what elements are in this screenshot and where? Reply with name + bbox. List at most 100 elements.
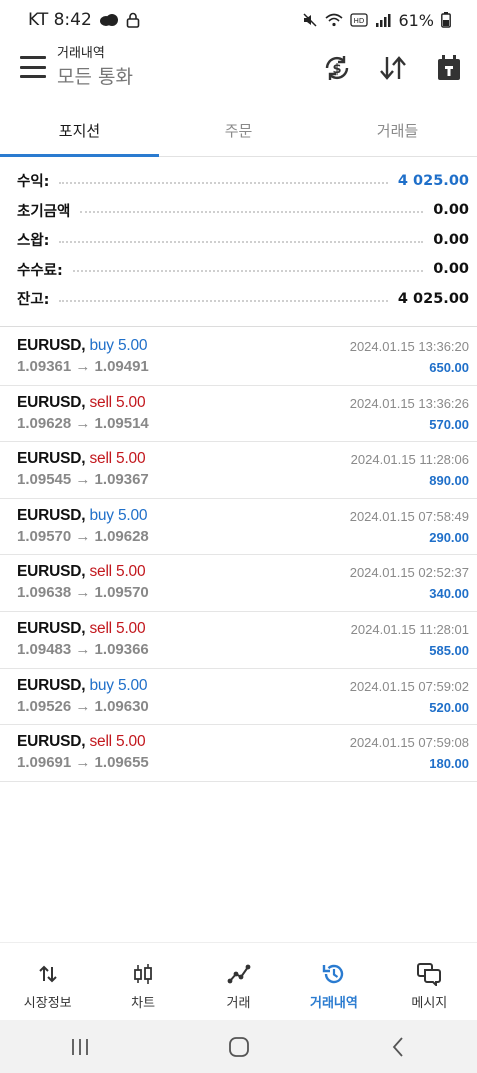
summary-label: 초기금액 xyxy=(17,203,71,220)
wifi-icon xyxy=(325,13,343,27)
trade-symbol: EURUSD, xyxy=(17,619,86,637)
trade-profit: 340.00 xyxy=(429,586,469,602)
trade-row[interactable]: EURUSD, buy 5.00 1.09570 → 1.09628 2024.… xyxy=(0,499,477,556)
menu-button[interactable] xyxy=(20,56,46,78)
trade-row[interactable]: EURUSD, buy 5.00 1.09526 → 1.09630 2024.… xyxy=(0,669,477,726)
trade-time: 2024.01.15 11:28:01 xyxy=(350,621,469,637)
trade-side: buy 5.00 xyxy=(89,676,148,694)
signal-icon xyxy=(375,13,391,27)
hd-icon: HD xyxy=(350,13,369,27)
summary-label: 수수료: xyxy=(17,262,63,279)
status-bar: KT 8:42 HD 61% xyxy=(0,0,477,40)
trade-profit: 180.00 xyxy=(429,756,469,772)
trade-time: 2024.01.15 02:52:37 xyxy=(349,565,469,581)
trade-prices: 1.09570 → 1.09628 xyxy=(17,527,149,545)
dotted-leader xyxy=(80,211,424,214)
trade-side: sell 5.00 xyxy=(89,619,146,637)
trade-header: EURUSD, buy 5.00 xyxy=(17,337,148,355)
menu-icon-bar xyxy=(20,75,46,78)
nav-chart[interactable]: 차트 xyxy=(95,943,190,1020)
nav-label: 메시지 xyxy=(411,996,448,1011)
trade-time: 2024.01.15 07:59:02 xyxy=(349,678,469,694)
trade-row[interactable]: EURUSD, sell 5.00 1.09628 → 1.09514 2024… xyxy=(0,386,477,443)
trade-side: sell 5.00 xyxy=(89,450,146,468)
bottom-nav: 시장정보 차트 거래 거래내역 메시지 xyxy=(0,942,477,1020)
trade-time: 2024.01.15 13:36:20 xyxy=(349,339,469,354)
trade-header: EURUSD, sell 5.00 xyxy=(17,450,146,468)
summary-divider xyxy=(0,326,477,327)
trade-side: sell 5.00 xyxy=(89,733,146,751)
trade-side: buy 5.00 xyxy=(89,337,148,354)
trade-prices: 1.09483 → 1.09366 xyxy=(17,640,149,658)
home-button[interactable] xyxy=(209,1027,269,1067)
recent-apps-button[interactable] xyxy=(50,1027,110,1067)
tab-orders[interactable]: 주문 xyxy=(159,110,318,156)
trade-side: buy 5.00 xyxy=(89,506,148,524)
app-bar: 거래내역 모든 통화 $ xyxy=(0,40,477,98)
trade-prices: 1.09691 → 1.09655 xyxy=(17,754,149,772)
recent-apps-icon xyxy=(71,1038,88,1055)
summary-row-swap: 스왑: 0.00 xyxy=(17,225,469,255)
summary-value: 0.00 xyxy=(433,231,469,248)
nav-messages[interactable]: 메시지 xyxy=(382,943,477,1020)
trade-row[interactable]: EURUSD, buy 5.00 1.09361 → 1.09491 2024.… xyxy=(0,329,477,386)
nav-quotes[interactable]: 시장정보 xyxy=(0,943,95,1020)
summary-value: 4 025.00 xyxy=(397,172,469,189)
trade-prices: 1.09628 → 1.09514 xyxy=(17,414,149,432)
trade-header: EURUSD, sell 5.00 xyxy=(17,393,146,412)
trade-header: EURUSD, sell 5.00 xyxy=(17,619,146,638)
trade-row[interactable]: EURUSD, sell 5.00 1.09483 → 1.09366 2024… xyxy=(0,612,477,669)
svg-text:$: $ xyxy=(332,62,341,77)
currency-exchange-button[interactable]: $ xyxy=(315,48,359,88)
trade-row[interactable]: EURUSD, sell 5.00 1.09638 → 1.09570 2024… xyxy=(0,555,477,612)
summary-label: 수익: xyxy=(17,174,50,191)
trade-time: 2024.01.15 07:59:08 xyxy=(349,735,469,751)
trade-prices: 1.09638 → 1.09570 xyxy=(17,584,149,602)
quotes-icon xyxy=(38,961,58,987)
tab-positions[interactable]: 포지션 xyxy=(0,110,159,157)
trade-profit: 520.00 xyxy=(429,699,469,715)
trade-row[interactable]: EURUSD, sell 5.00 1.09691 → 1.09655 2024… xyxy=(0,725,477,782)
account-summary: 수익: 4 025.00 초기금액 0.00 스왑: 0.00 수수료: 0.0… xyxy=(0,166,477,314)
trade-symbol: EURUSD, xyxy=(17,506,86,524)
trade-side: sell 5.00 xyxy=(89,393,146,411)
app-titles: 거래내역 모든 통화 xyxy=(57,46,133,90)
trade-symbol: EURUSD, xyxy=(17,393,86,411)
trade-symbol: EURUSD, xyxy=(17,733,86,751)
nav-label: 차트 xyxy=(131,996,156,1011)
trade-header: EURUSD, sell 5.00 xyxy=(17,733,146,751)
summary-row-balance: 잔고: 4 025.00 xyxy=(17,284,469,314)
trade-symbol: EURUSD, xyxy=(17,450,86,468)
trade-prices: 1.09526 → 1.09630 xyxy=(17,697,149,715)
menu-icon-bar xyxy=(20,56,46,59)
trade-header: EURUSD, buy 5.00 xyxy=(17,506,148,525)
history-icon xyxy=(322,961,346,987)
back-button[interactable] xyxy=(368,1027,428,1067)
summary-row-profit: 수익: 4 025.00 xyxy=(17,166,469,196)
nav-history[interactable]: 거래내역 xyxy=(286,943,381,1020)
trade-time: 2024.01.15 07:58:49 xyxy=(349,508,469,524)
summary-row-deposit: 초기금액 0.00 xyxy=(17,196,469,226)
system-nav-bar xyxy=(0,1020,477,1073)
trade-symbol: EURUSD, xyxy=(17,676,86,694)
back-icon xyxy=(392,1036,403,1057)
dotted-leader xyxy=(59,240,424,243)
symbol-filter[interactable]: 모든 통화 xyxy=(57,64,133,90)
trade-row[interactable]: EURUSD, sell 5.00 1.09545 → 1.09367 2024… xyxy=(0,442,477,499)
trade-prices: 1.09361 → 1.09491 xyxy=(17,358,149,375)
app-actions: $ xyxy=(315,48,471,88)
page-title: 거래내역 xyxy=(57,46,105,61)
nav-trade[interactable]: 거래 xyxy=(191,943,286,1020)
calendar-button[interactable] xyxy=(427,48,471,88)
trade-prices: 1.09545 → 1.09367 xyxy=(17,471,149,489)
trade-time: 2024.01.15 11:28:06 xyxy=(350,452,469,468)
sort-button[interactable] xyxy=(371,48,415,88)
summary-value: 4 025.00 xyxy=(397,290,469,307)
trade-profit: 890.00 xyxy=(429,473,469,489)
tab-deals[interactable]: 거래들 xyxy=(318,110,477,156)
trade-icon xyxy=(227,961,251,987)
summary-label: 잔고: xyxy=(17,292,50,309)
svg-text:HD: HD xyxy=(354,17,365,25)
dotted-leader xyxy=(72,270,424,273)
mute-icon xyxy=(302,12,318,28)
